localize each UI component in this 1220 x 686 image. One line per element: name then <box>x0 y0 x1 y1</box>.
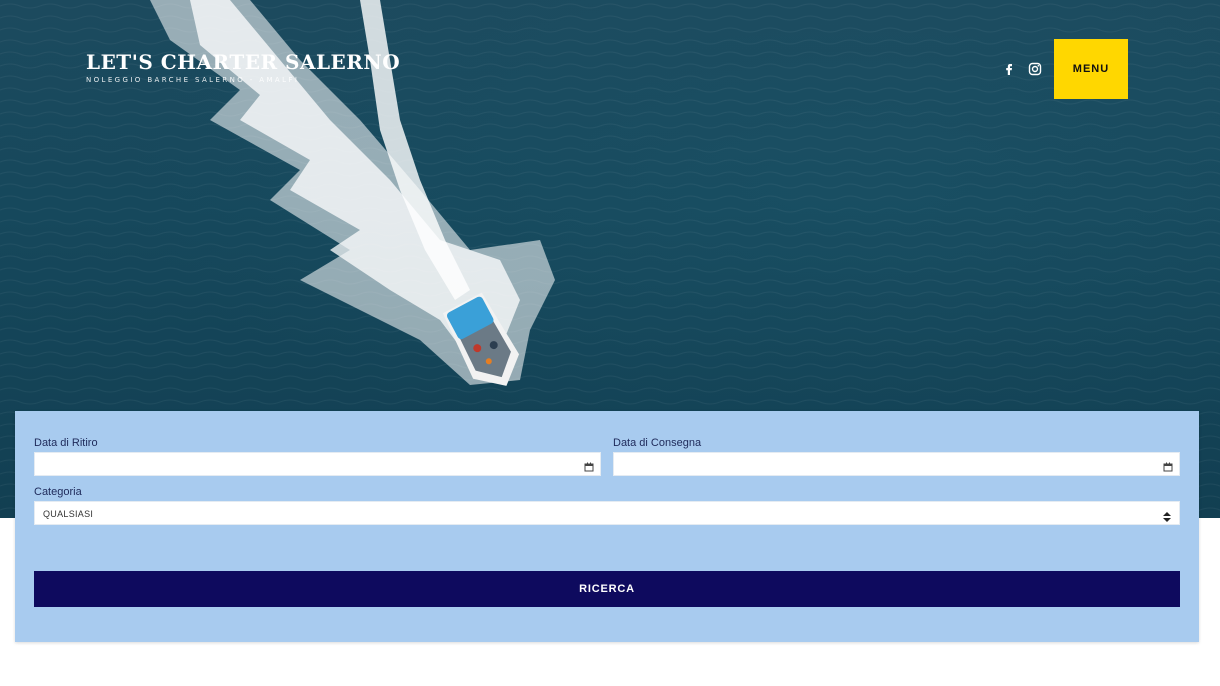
category-label: Categoria <box>34 486 82 498</box>
calendar-icon[interactable] <box>584 459 594 472</box>
social-links <box>1002 62 1042 76</box>
search-form-panel: Data di Ritiro Data di Consegna Categori… <box>15 411 1199 642</box>
return-date-label: Data di Consegna <box>613 437 702 449</box>
calendar-icon[interactable] <box>1163 459 1173 472</box>
select-arrows-icon <box>1163 509 1171 522</box>
pickup-date-input[interactable] <box>35 453 600 475</box>
category-select[interactable]: QUALSIASI <box>34 501 1180 525</box>
category-selected-value: QUALSIASI <box>43 509 94 519</box>
return-date-field[interactable] <box>613 452 1180 476</box>
search-button[interactable]: RICERCA <box>34 571 1180 607</box>
menu-button[interactable]: MENU <box>1054 39 1128 99</box>
instagram-icon[interactable] <box>1028 62 1042 76</box>
return-date-input[interactable] <box>614 453 1179 475</box>
pickup-date-field[interactable] <box>34 452 601 476</box>
logo-title: LET'S CHARTER SALERNO <box>86 50 401 74</box>
site-logo[interactable]: LET'S CHARTER SALERNO NOLEGGIO BARCHE SA… <box>86 52 400 84</box>
logo-subtitle: NOLEGGIO BARCHE SALERNO - AMALFI <box>86 76 300 84</box>
facebook-icon[interactable] <box>1002 62 1016 76</box>
pickup-date-label: Data di Ritiro <box>34 437 98 449</box>
